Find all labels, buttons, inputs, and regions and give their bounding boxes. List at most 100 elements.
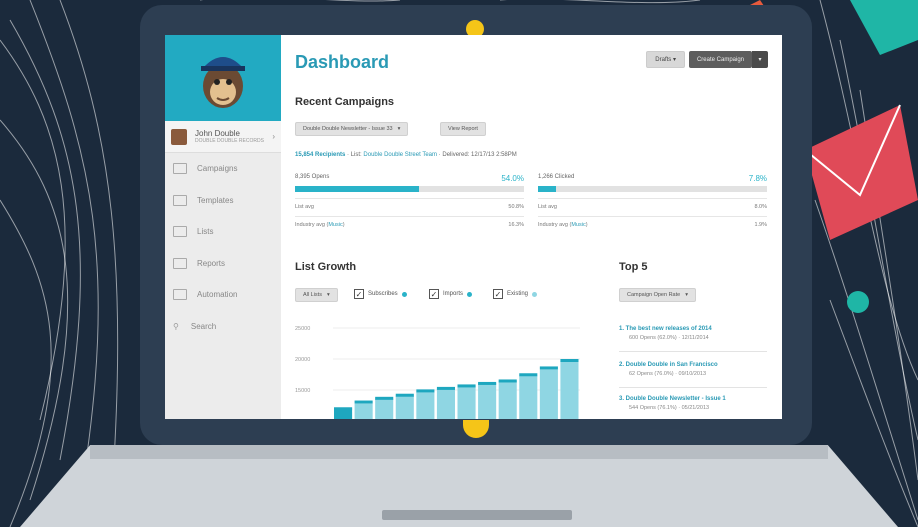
sidebar-item-label: Lists <box>197 227 214 237</box>
existing-toggle[interactable]: ✓ Existing <box>493 289 538 299</box>
list-icon <box>173 226 187 238</box>
list-name-link[interactable]: Double Double Street Team <box>363 152 437 158</box>
bar-existing <box>519 375 538 419</box>
bar-existing <box>354 403 373 419</box>
campaign-delivery-info: 15,854 Recipients · List: Double Double … <box>295 152 517 158</box>
list-growth-heading: List Growth <box>295 261 357 273</box>
main-content: Dashboard Drafts ▾ Create Campaign ▾ Rec… <box>281 35 782 419</box>
top5-item[interactable]: 3. Double Double Newsletter - Issue 1 544… <box>619 396 769 411</box>
template-icon <box>173 194 187 206</box>
divider <box>619 351 767 352</box>
top5-heading: Top 5 <box>619 261 648 273</box>
y-tick-label: 20000 <box>295 357 310 363</box>
clicks-bar-fill <box>538 186 556 192</box>
list-label: List: <box>350 152 362 158</box>
recipients-link[interactable]: 15,854 Recipients <box>295 152 345 158</box>
sidebar-item-label: Reports <box>197 258 226 268</box>
subscribes-toggle[interactable]: ✓ Subscribes <box>354 289 407 299</box>
industry-music-link[interactable]: Music <box>571 222 585 228</box>
existing-dot <box>532 291 538 297</box>
bar-subscribes <box>498 379 517 383</box>
clicks-stat: 1,266 Clicked 7.8% List avg 8.0% Industry … <box>538 174 767 228</box>
recent-campaigns-heading: Recent Campaigns <box>295 96 395 108</box>
chevron-down-icon: ▾ <box>685 292 688 298</box>
bar-existing <box>560 361 579 419</box>
checkbox-checked-icon: ✓ <box>429 289 439 299</box>
y-tick-label: 25000 <box>295 326 310 332</box>
bar-subscribes <box>519 373 538 377</box>
subscribes-dot <box>401 291 407 297</box>
app-screen: John Double DOUBLE DOUBLE RECORDS › Camp… <box>165 35 782 419</box>
y-tick-label: 15000 <box>295 388 310 394</box>
top5-item-title: 3. Double Double Newsletter - Issue 1 <box>619 396 726 402</box>
bar-subscribes <box>395 393 414 397</box>
view-report-button[interactable]: View Report <box>440 122 486 136</box>
delivered-label: Delivered: <box>442 152 470 158</box>
sidebar-item-campaigns[interactable]: Campaigns <box>165 153 281 185</box>
clicks-percent: 7.8% <box>748 174 767 183</box>
divider <box>619 387 767 388</box>
opens-list-avg-label: List avg <box>295 204 314 210</box>
chevron-right-icon: › <box>272 132 275 141</box>
imports-toggle[interactable]: ✓ Imports <box>429 289 473 299</box>
opens-count: 8,395 Opens <box>295 174 330 180</box>
top5-select[interactable]: Campaign Open Rate ▾ <box>619 288 696 302</box>
subscribes-label: Subscribes <box>368 291 398 297</box>
top5-item[interactable]: 2. Double Double in San Francisco 62 Open… <box>619 362 769 377</box>
sidebar-item-automation[interactable]: Automation <box>165 279 281 311</box>
clicks-list-avg-label: List avg <box>538 204 557 210</box>
imports-label: Imports <box>443 291 464 297</box>
sidebar-item-reports[interactable]: Reports <box>165 248 281 280</box>
opens-bar-fill <box>295 186 419 192</box>
top5-item-meta: 600 Opens (62.0%) · 12/11/2014 <box>629 335 709 341</box>
clicks-count: 1,266 Clicked <box>538 174 575 180</box>
clicks-list-avg: 8.0% <box>754 204 767 210</box>
campaign-select-value: Double Double Newsletter - Issue 33 <box>303 126 393 132</box>
chevron-down-icon: ▾ <box>397 126 401 132</box>
bar-subscribes <box>436 386 455 390</box>
industry-music-link[interactable]: Music <box>328 222 342 228</box>
drafts-button[interactable]: Drafts ▾ <box>646 51 685 68</box>
sidebar-item-label: Campaigns <box>197 164 238 174</box>
top5-item[interactable]: 1. The best new releases of 2014 600 Open… <box>619 326 769 341</box>
clicks-industry-avg: 1.9% <box>754 222 767 228</box>
create-campaign-button[interactable]: Create Campaign <box>688 51 752 68</box>
bar-existing <box>375 398 394 419</box>
list-growth-chart: 25000200001500010000 <box>295 326 580 419</box>
opens-bar <box>295 186 524 192</box>
top5-item-title: 2. Double Double in San Francisco <box>619 362 718 368</box>
sidebar-item-label: Templates <box>197 195 234 205</box>
clicks-bar <box>538 186 767 192</box>
automation-icon <box>173 289 187 301</box>
create-campaign-dropdown[interactable]: ▾ <box>752 51 768 68</box>
lists-select[interactable]: All Lists ▾ <box>295 288 338 302</box>
opens-industry-label: Industry avg <box>295 222 325 228</box>
top5-item-meta: 544 Opens (76.1%) · 05/21/2013 <box>629 405 710 411</box>
bar-existing <box>457 385 476 419</box>
sidebar: John Double DOUBLE DOUBLE RECORDS › Camp… <box>165 35 281 419</box>
imports-dot <box>467 291 473 297</box>
header-actions: Drafts ▾ Create Campaign ▾ <box>646 51 768 68</box>
lists-select-value: All Lists <box>303 292 322 298</box>
bar-existing <box>498 380 517 419</box>
chart-icon <box>173 257 187 269</box>
opens-percent: 54.0% <box>501 174 524 183</box>
bar-subscribes <box>457 384 476 388</box>
sidebar-item-templates[interactable]: Templates <box>165 185 281 217</box>
mailchimp-logo[interactable] <box>165 35 281 121</box>
existing-label: Existing <box>507 291 529 297</box>
bar-subscribes <box>375 396 394 400</box>
campaign-select[interactable]: Double Double Newsletter - Issue 33 ▾ <box>295 122 409 136</box>
bar-existing <box>436 388 455 419</box>
user-organization: DOUBLE DOUBLE RECORDS <box>195 138 264 144</box>
laptop-touchpad-slot <box>382 510 572 520</box>
sidebar-item-lists[interactable]: Lists <box>165 216 281 248</box>
checkbox-checked-icon: ✓ <box>354 289 364 299</box>
sidebar-item-search[interactable]: ⚲ Search <box>165 311 281 343</box>
user-menu[interactable]: John Double DOUBLE DOUBLE RECORDS › <box>165 121 281 153</box>
top5-item-meta: 62 Opens (76.0%) · 09/10/2013 <box>629 371 707 377</box>
bar-existing <box>478 383 497 419</box>
sidebar-item-label: Automation <box>197 290 238 300</box>
bar-subscribes <box>539 366 558 370</box>
bar-existing <box>539 369 558 419</box>
